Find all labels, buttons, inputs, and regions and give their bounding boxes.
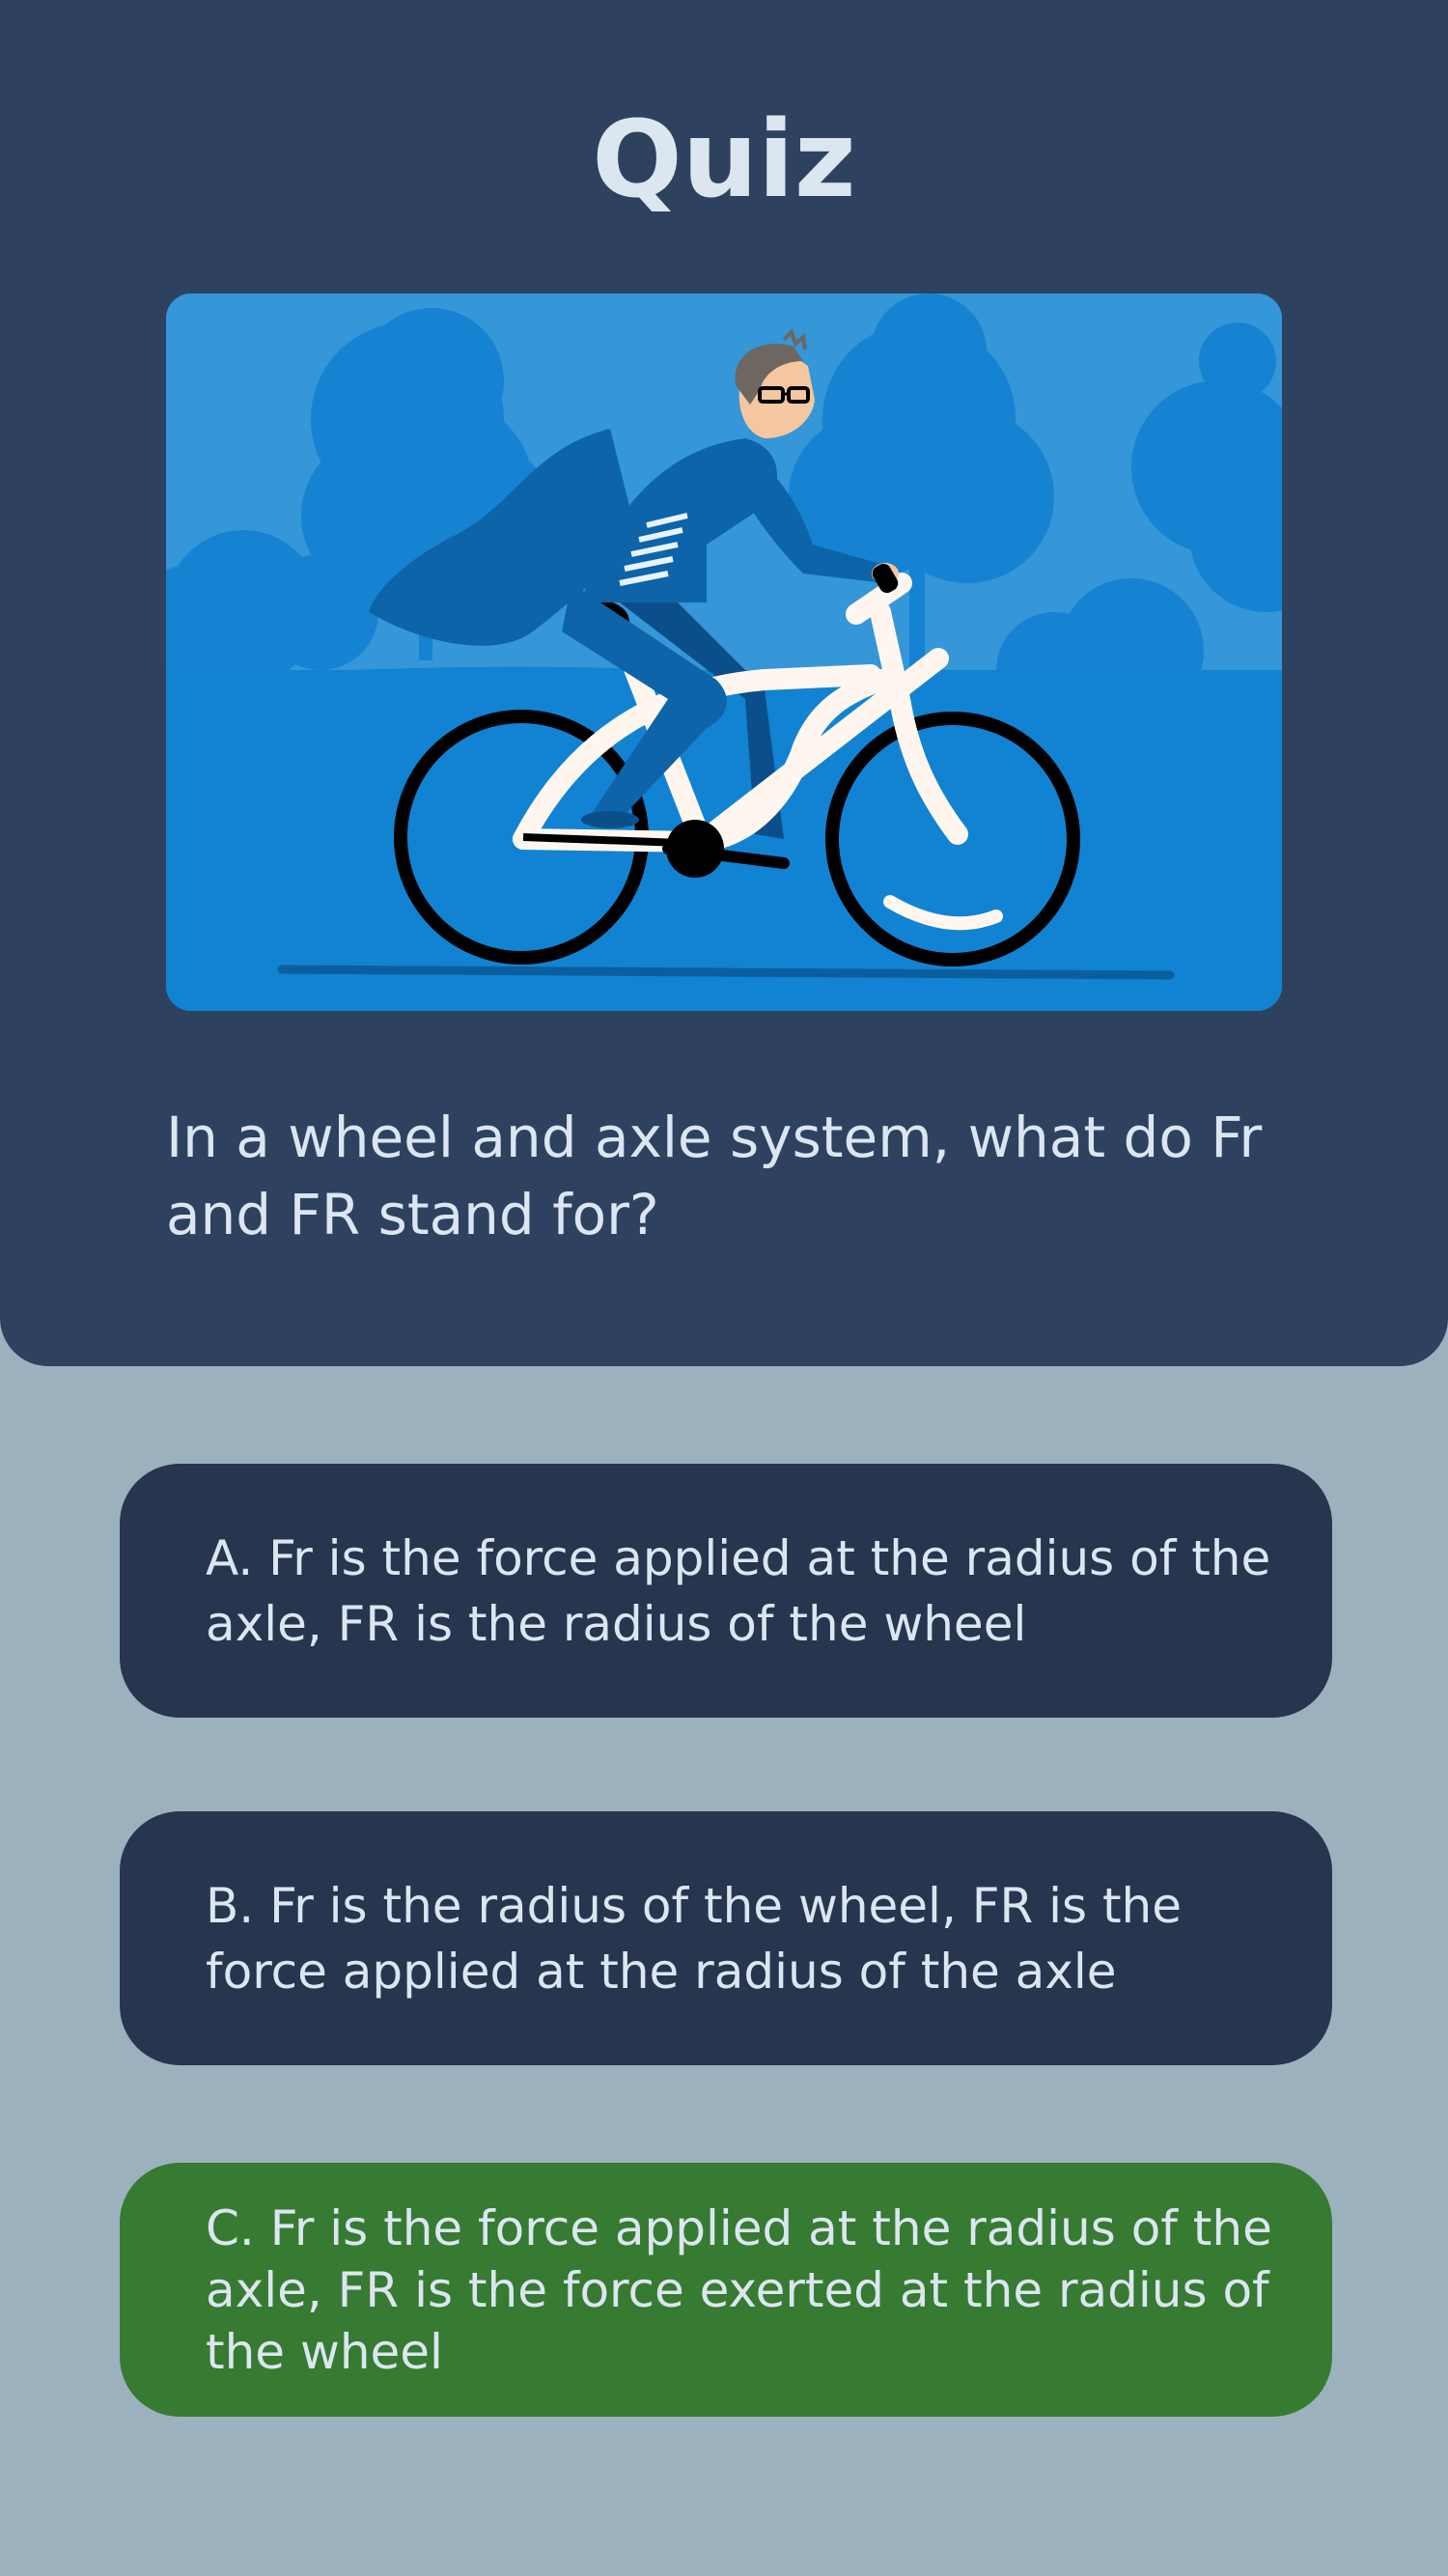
answer-option-label: C. Fr is the force applied at the radius… — [206, 2199, 1272, 2380]
cyclist-illustration — [166, 294, 1282, 1011]
answer-option-b[interactable]: B. Fr is the radius of the wheel, FR is … — [120, 1811, 1332, 2065]
answer-option-label: A. Fr is the force applied at the radius… — [206, 1529, 1271, 1652]
answer-option-c-correct[interactable]: C. Fr is the force applied at the radius… — [120, 2163, 1332, 2417]
answer-option-a[interactable]: A. Fr is the force applied at the radius… — [120, 1464, 1332, 1718]
question-text: In a wheel and axle system, what do Fr a… — [166, 1105, 1263, 1247]
cyclist-icon — [166, 294, 1282, 1011]
question-header-panel: Quiz In a wheel and axle system, what do… — [0, 0, 1448, 1366]
answer-option-label: B. Fr is the radius of the wheel, FR is … — [206, 1877, 1183, 2000]
page-title: Quiz — [592, 98, 856, 221]
